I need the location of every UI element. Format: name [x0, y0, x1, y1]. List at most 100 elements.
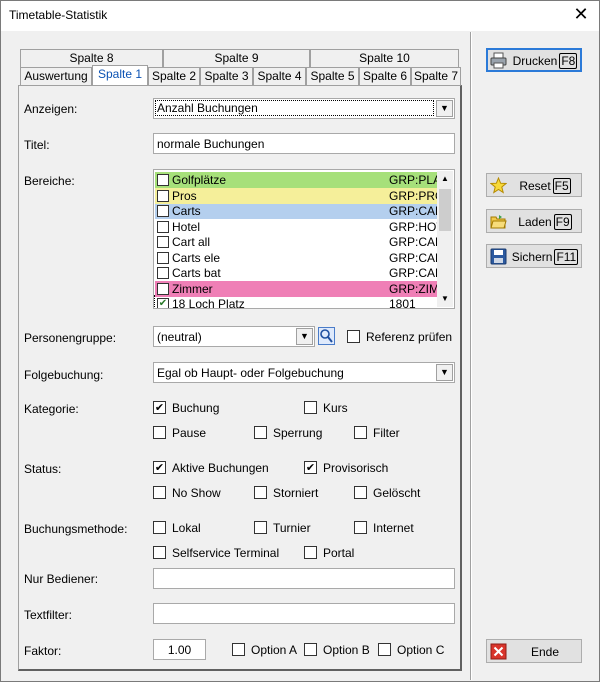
bereiche-item-name: Pros [172, 188, 197, 203]
referenz-checkbox[interactable] [347, 330, 360, 343]
bereiche-list-item[interactable]: Carts ele GRP:CAR [155, 249, 438, 266]
kategorie-pause-checkbox[interactable] [153, 426, 166, 439]
ende-button[interactable]: Ende [486, 639, 582, 663]
sichern-label: Sichern [511, 250, 553, 264]
personengruppe-dropdown[interactable]: (neutral) ▼ [153, 326, 315, 347]
nur-bediener-input[interactable] [153, 568, 455, 589]
tab-spalte-7[interactable]: Spalte 7 [411, 67, 461, 85]
bereiche-item-checkbox[interactable] [157, 189, 169, 202]
status-storniert-label: Storniert [273, 486, 319, 500]
close-button[interactable]: ✕ [563, 1, 599, 31]
tab-spalte-2[interactable]: Spalte 2 [148, 67, 200, 85]
sichern-button[interactable]: Sichern F11 [486, 244, 582, 268]
sichern-shortcut: F11 [554, 249, 579, 265]
textfilter-input[interactable] [153, 603, 455, 624]
laden-label: Laden [518, 215, 552, 229]
bereiche-list-item[interactable]: Golfplätze GRP:PLA [155, 172, 438, 188]
methode-turnier-checkbox[interactable] [254, 521, 267, 534]
bereiche-item-checkbox[interactable] [157, 282, 169, 295]
bereiche-item-checkbox[interactable] [157, 251, 169, 264]
methode-selfservice-checkbox[interactable] [153, 546, 166, 559]
methode-lokal-checkbox[interactable] [153, 521, 166, 534]
scroll-thumb[interactable] [439, 189, 451, 231]
ende-label: Ende [530, 645, 560, 659]
bereiche-list-item[interactable]: Carts bat GRP:CAR [155, 265, 438, 281]
option-a-checkbox[interactable] [232, 643, 245, 656]
option-c-label: Option C [397, 643, 445, 657]
dropdown-arrow-icon[interactable]: ▼ [436, 100, 453, 117]
faktor-input[interactable] [153, 639, 206, 660]
drucken-shortcut: F8 [559, 53, 578, 69]
methode-internet-label: Internet [373, 521, 414, 535]
bereiche-item-name: Carts bat [172, 266, 221, 280]
star-icon [489, 176, 508, 194]
save-icon [490, 248, 507, 265]
bereiche-list-item[interactable]: Zimmer GRP:ZIM [155, 280, 438, 297]
bereiche-list-item[interactable]: Carts GRP:CAR [155, 203, 438, 219]
status-label: Status: [24, 462, 62, 476]
methode-internet-checkbox[interactable] [354, 521, 367, 534]
kategorie-filter-checkbox[interactable] [354, 426, 367, 439]
kategorie-label: Kategorie: [24, 402, 79, 416]
separator-highlight [471, 32, 472, 680]
dropdown-arrow-icon[interactable]: ▼ [296, 328, 313, 345]
scroll-up-icon[interactable]: ▲ [437, 171, 453, 187]
status-geloescht-checkbox[interactable] [354, 486, 367, 499]
option-c-checkbox[interactable] [378, 643, 391, 656]
laden-button[interactable]: Laden F9 [486, 209, 582, 233]
bereiche-item-checkbox[interactable] [157, 267, 169, 279]
kategorie-buchung-checkbox[interactable]: ✔ [153, 401, 166, 414]
option-b-checkbox[interactable] [304, 643, 317, 656]
open-folder-icon [490, 213, 507, 230]
personengruppe-label: Personengruppe: [24, 331, 117, 345]
bereiche-item-checkbox[interactable] [157, 174, 169, 186]
kategorie-kurs-checkbox[interactable] [304, 401, 317, 414]
status-noshow-label: No Show [172, 486, 221, 500]
tab-auswertung[interactable]: Auswertung [20, 67, 92, 85]
bereiche-item-name: Zimmer [172, 281, 213, 296]
tab-spalte-1[interactable]: Spalte 1 [92, 65, 148, 85]
anzeigen-dropdown[interactable]: Anzahl Buchungen ▼ [153, 98, 455, 119]
methode-portal-checkbox[interactable] [304, 546, 317, 559]
tab-spalte-10[interactable]: Spalte 10 [310, 49, 459, 67]
tab-spalte-5[interactable]: Spalte 5 [306, 67, 359, 85]
bereiche-item-name: Carts [172, 204, 201, 218]
methode-turnier-label: Turnier [273, 521, 311, 535]
scroll-down-icon[interactable]: ▼ [437, 291, 453, 307]
bereiche-list-item[interactable]: Cart all GRP:CAR [155, 234, 438, 250]
reset-button[interactable]: Reset F5 [486, 173, 582, 197]
printer-icon [490, 52, 507, 69]
bereiche-item-checkbox[interactable] [157, 236, 169, 248]
bereiche-list-item[interactable]: Hotel GRP:HOT [155, 218, 438, 235]
bereiche-list[interactable]: ✔ 18 Loch Platz 1801 Zimmer GRP:ZIM Carts bat… [153, 169, 455, 309]
folgebuchung-dropdown[interactable]: Egal ob Haupt- oder Folgebuchung ▼ [153, 362, 455, 383]
status-provisorisch-checkbox[interactable]: ✔ [304, 461, 317, 474]
tab-spalte-3[interactable]: Spalte 3 [200, 67, 253, 85]
status-aktive-checkbox[interactable]: ✔ [153, 461, 166, 474]
status-storniert-checkbox[interactable] [254, 486, 267, 499]
bereiche-scrollbar[interactable]: ▲ ▼ [437, 171, 453, 307]
dropdown-arrow-icon[interactable]: ▼ [436, 364, 453, 381]
tab-spalte-6[interactable]: Spalte 6 [359, 67, 411, 85]
exit-icon [490, 643, 507, 660]
bereiche-item-code: GRP:PRO [389, 188, 437, 203]
bereiche-item-checkbox[interactable] [157, 220, 169, 233]
personengruppe-value: (neutral) [157, 330, 202, 344]
bereiche-list-item[interactable]: Pros GRP:PRO [155, 187, 438, 204]
tab-spalte-4[interactable]: Spalte 4 [253, 67, 306, 85]
bereiche-item-checkbox[interactable]: ✔ [157, 298, 169, 308]
titel-input[interactable] [153, 133, 455, 154]
status-noshow-checkbox[interactable] [153, 486, 166, 499]
bereiche-item-checkbox[interactable] [157, 205, 169, 217]
drucken-button[interactable]: Drucken F8 [486, 48, 582, 72]
bereiche-list-item[interactable]: ✔ 18 Loch Platz 1801 [154, 295, 439, 308]
kategorie-kurs-label: Kurs [323, 401, 348, 415]
tab-spalte-9[interactable]: Spalte 9 [163, 49, 310, 67]
search-icon[interactable] [318, 327, 335, 345]
laden-shortcut: F9 [553, 214, 572, 230]
kategorie-sperrung-checkbox[interactable] [254, 426, 267, 439]
textfilter-label: Textfilter: [24, 608, 73, 622]
methode-portal-label: Portal [323, 546, 355, 560]
bereiche-item-code: GRP:ZIM [389, 281, 437, 296]
bereiche-item-name: Carts ele [172, 250, 221, 265]
